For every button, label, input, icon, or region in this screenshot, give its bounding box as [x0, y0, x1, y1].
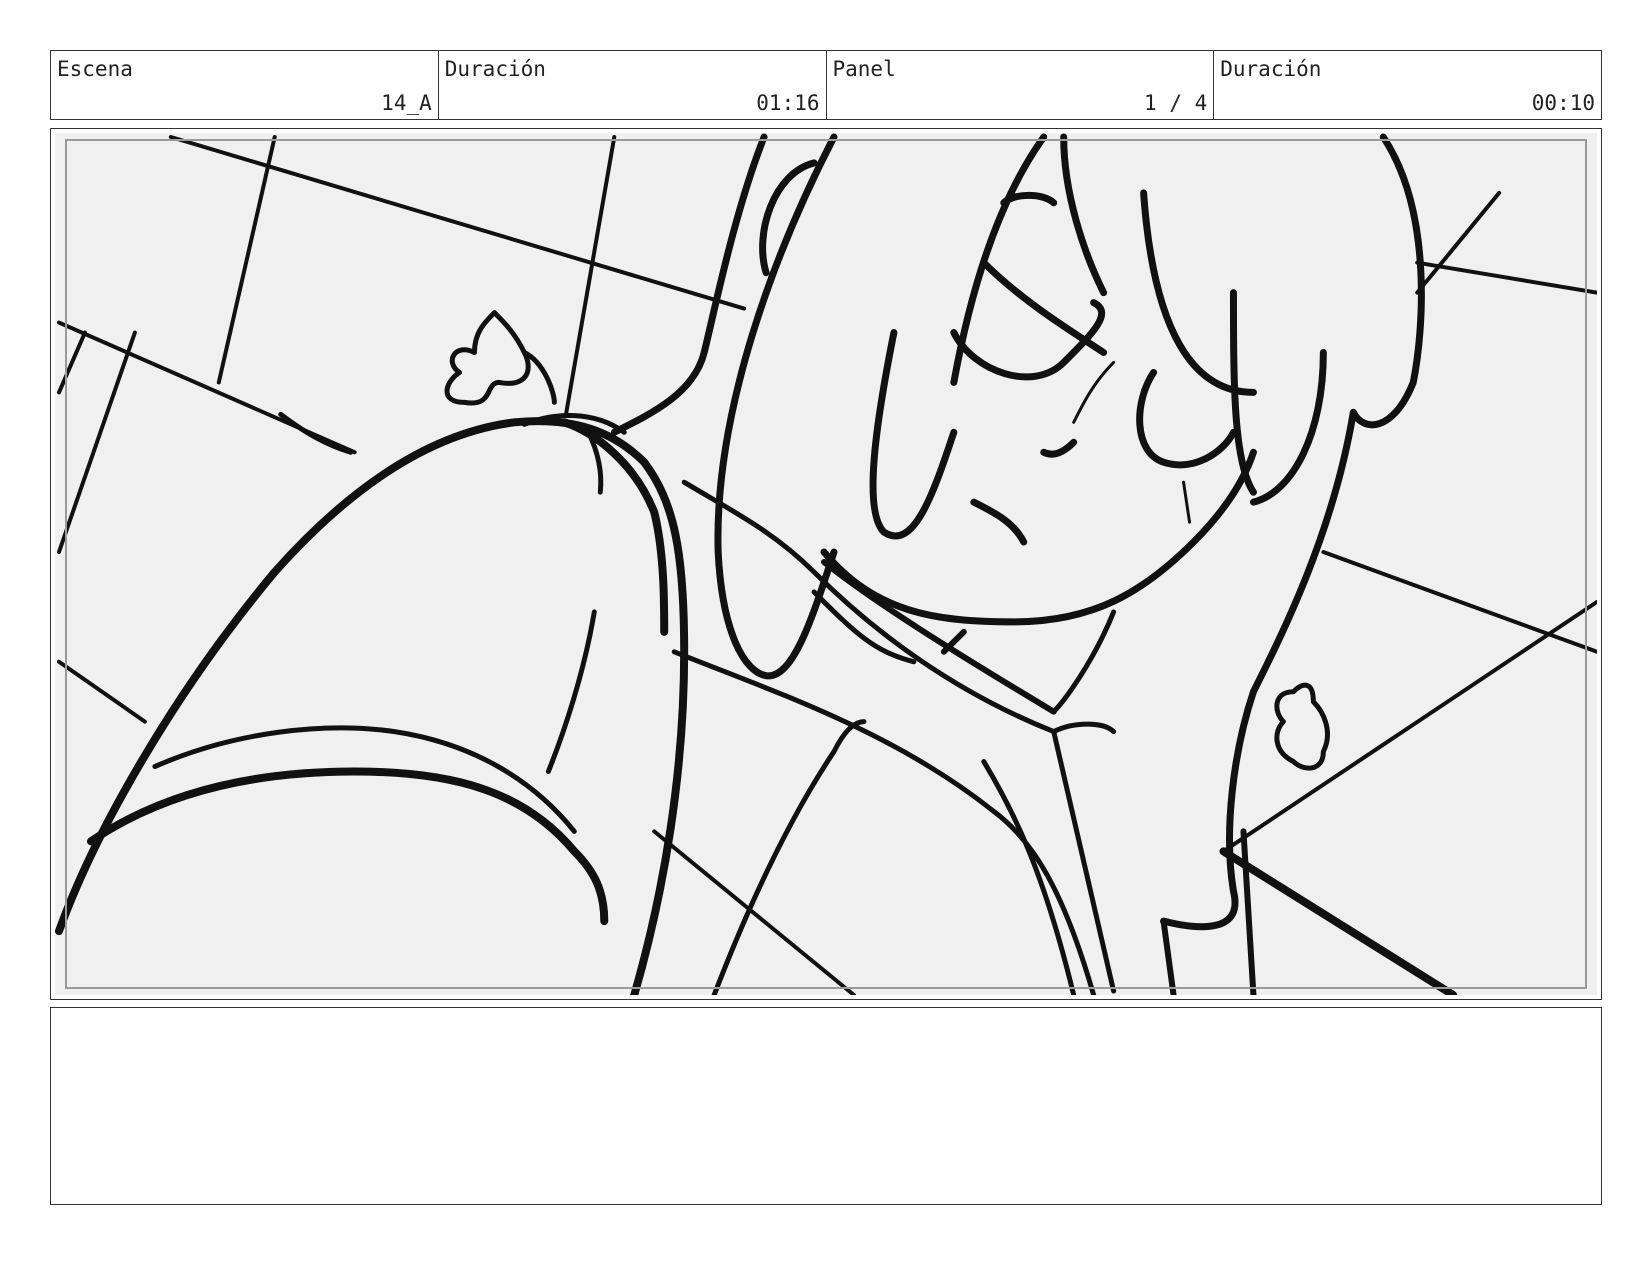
scene-duration-cell: Duración 01:16: [439, 51, 827, 119]
scene-label: Escena: [57, 57, 133, 81]
character-collar: [821, 559, 1257, 995]
panel-number: 1 / 4: [1144, 91, 1208, 115]
panel-label: Panel: [832, 57, 896, 81]
character-body: [671, 479, 1117, 995]
scene-duration-label: Duración: [444, 57, 546, 81]
scene-value: 14_A: [381, 91, 432, 115]
floor-thick-line: [1219, 847, 1458, 995]
character-face: [820, 191, 1257, 626]
scene-duration-value: 01:16: [756, 91, 820, 115]
panel-notes[interactable]: [50, 1007, 1602, 1205]
sketch-drawing-icon: [55, 133, 1597, 995]
scene-cell: Escena 14_A: [51, 51, 439, 119]
panel-duration-value: 00:10: [1531, 91, 1595, 115]
character-face-details: [1072, 360, 1192, 524]
storyboard-header: Escena 14_A Duración 01:16 Panel 1 / 4 D…: [50, 50, 1602, 120]
character-arm: [55, 417, 689, 995]
panel-duration-label: Duración: [1220, 57, 1322, 81]
panel-cell: Panel 1 / 4: [827, 51, 1215, 119]
storyboard-panel: [50, 128, 1602, 1000]
panel-drawing-area: [55, 133, 1597, 995]
panel-duration-cell: Duración 00:10: [1214, 51, 1601, 119]
